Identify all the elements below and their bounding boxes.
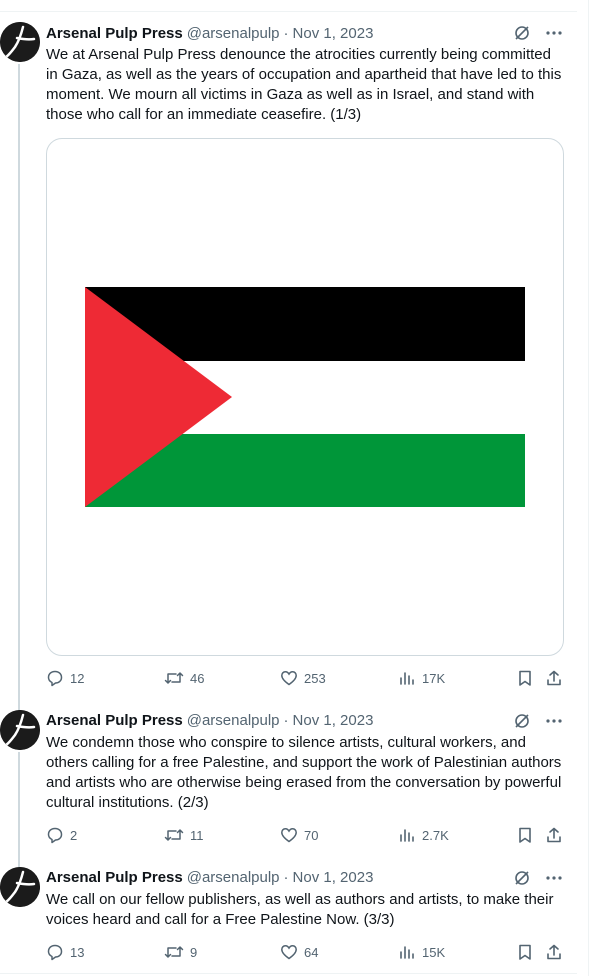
- action-bar: 2 11 70 2.7K: [46, 825, 566, 845]
- timestamp[interactable]: Nov 1, 2023: [293, 712, 374, 729]
- more-icon[interactable]: [545, 869, 563, 887]
- bookmark-button[interactable]: [516, 668, 540, 688]
- tweet-text: We at Arsenal Pulp Press denounce the at…: [46, 46, 562, 123]
- repost-count: 46: [190, 670, 205, 686]
- like-icon: [281, 671, 297, 686]
- action-bar: 12 46 253 17K: [46, 668, 566, 688]
- like-button[interactable]: 253: [280, 668, 326, 688]
- author-name[interactable]: Arsenal Pulp Press: [46, 869, 183, 886]
- like-count: 64: [304, 944, 319, 960]
- views-icon: [400, 946, 414, 959]
- author-name[interactable]: Arsenal Pulp Press: [46, 712, 183, 729]
- header-actions: [513, 23, 563, 43]
- author-handle[interactable]: @arsenalpulp: [187, 712, 280, 729]
- repost-count: 11: [190, 827, 204, 843]
- views-icon: [400, 672, 414, 685]
- share-icon: [547, 827, 561, 843]
- thread-line: [18, 752, 20, 867]
- like-count: 70: [304, 827, 319, 843]
- bottom-divider: [0, 973, 577, 974]
- avatar[interactable]: [0, 22, 40, 62]
- reply-button[interactable]: 13: [46, 942, 84, 962]
- like-icon: [281, 828, 297, 843]
- header-actions: [513, 711, 563, 731]
- tweet-header: Arsenal Pulp Press @arsenalpulp · Nov 1,…: [46, 867, 373, 887]
- reply-button[interactable]: 2: [46, 825, 77, 845]
- tweet-text: We call on our fellow publishers, as wel…: [46, 891, 554, 928]
- author-handle[interactable]: @arsenalpulp: [187, 869, 280, 886]
- avatar[interactable]: [0, 710, 40, 750]
- repost-icon: [164, 829, 184, 841]
- repost-button[interactable]: 46: [164, 668, 204, 688]
- like-icon: [281, 945, 297, 960]
- tweet-text: We condemn those who conspire to silence…: [46, 734, 562, 811]
- reply-button[interactable]: 12: [46, 668, 84, 688]
- bookmark-icon: [519, 827, 531, 843]
- repost-button[interactable]: 11: [164, 825, 204, 845]
- action-bar: 13 9 64 15K: [46, 942, 566, 962]
- share-button[interactable]: [545, 825, 569, 845]
- reply-count: 12: [70, 670, 85, 686]
- views-button[interactable]: 2.7K: [398, 825, 449, 845]
- more-icon[interactable]: [545, 712, 563, 730]
- tweet-header: Arsenal Pulp Press @arsenalpulp · Nov 1,…: [46, 23, 373, 43]
- repost-icon: [164, 946, 184, 958]
- author-name[interactable]: Arsenal Pulp Press: [46, 25, 183, 42]
- views-button[interactable]: 17K: [398, 668, 445, 688]
- like-count: 253: [304, 670, 326, 686]
- reply-icon: [47, 827, 63, 844]
- reply-icon: [47, 944, 63, 961]
- tweet-1[interactable]: Arsenal Pulp Press @arsenalpulp · Nov 1,…: [0, 0, 577, 712]
- bookmark-icon: [519, 944, 531, 960]
- share-button[interactable]: [545, 942, 569, 962]
- tweet-thread: Arsenal Pulp Press @arsenalpulp · Nov 1,…: [0, 0, 589, 976]
- tweet-3[interactable]: Arsenal Pulp Press @arsenalpulp · Nov 1,…: [0, 857, 577, 976]
- avatar[interactable]: [0, 867, 40, 907]
- bookmark-button[interactable]: [516, 942, 540, 962]
- timestamp[interactable]: Nov 1, 2023: [293, 869, 374, 886]
- more-icon[interactable]: [545, 24, 563, 42]
- views-count: 15K: [422, 944, 446, 960]
- header-actions: [513, 868, 563, 888]
- separator: ·: [283, 868, 289, 886]
- views-icon: [400, 829, 414, 842]
- share-icon: [547, 944, 561, 960]
- share-button[interactable]: [545, 668, 569, 688]
- like-button[interactable]: 70: [280, 825, 318, 845]
- reply-count: 2: [70, 827, 78, 843]
- separator: ·: [283, 24, 289, 42]
- tweet-2[interactable]: Arsenal Pulp Press @arsenalpulp · Nov 1,…: [0, 700, 577, 867]
- views-count: 2.7K: [422, 827, 449, 843]
- reply-icon: [47, 670, 63, 687]
- reply-count: 13: [70, 944, 85, 960]
- grok-icon[interactable]: [513, 869, 531, 887]
- timestamp[interactable]: Nov 1, 2023: [293, 25, 374, 42]
- repost-icon: [164, 672, 184, 684]
- share-icon: [547, 670, 561, 686]
- views-button[interactable]: 15K: [398, 942, 445, 962]
- author-handle[interactable]: @arsenalpulp: [187, 25, 280, 42]
- thread-line: [18, 64, 20, 712]
- grok-icon[interactable]: [513, 24, 531, 42]
- like-button[interactable]: 64: [280, 942, 318, 962]
- repost-button[interactable]: 9: [164, 942, 197, 962]
- flag-of-palestine: [85, 287, 525, 507]
- bookmark-button[interactable]: [516, 825, 540, 845]
- views-count: 17K: [422, 670, 446, 686]
- repost-count: 9: [190, 944, 198, 960]
- grok-icon[interactable]: [513, 712, 531, 730]
- separator: ·: [283, 711, 289, 729]
- bookmark-icon: [519, 670, 531, 686]
- tweet-image[interactable]: [46, 138, 564, 656]
- tweet-header: Arsenal Pulp Press @arsenalpulp · Nov 1,…: [46, 710, 373, 730]
